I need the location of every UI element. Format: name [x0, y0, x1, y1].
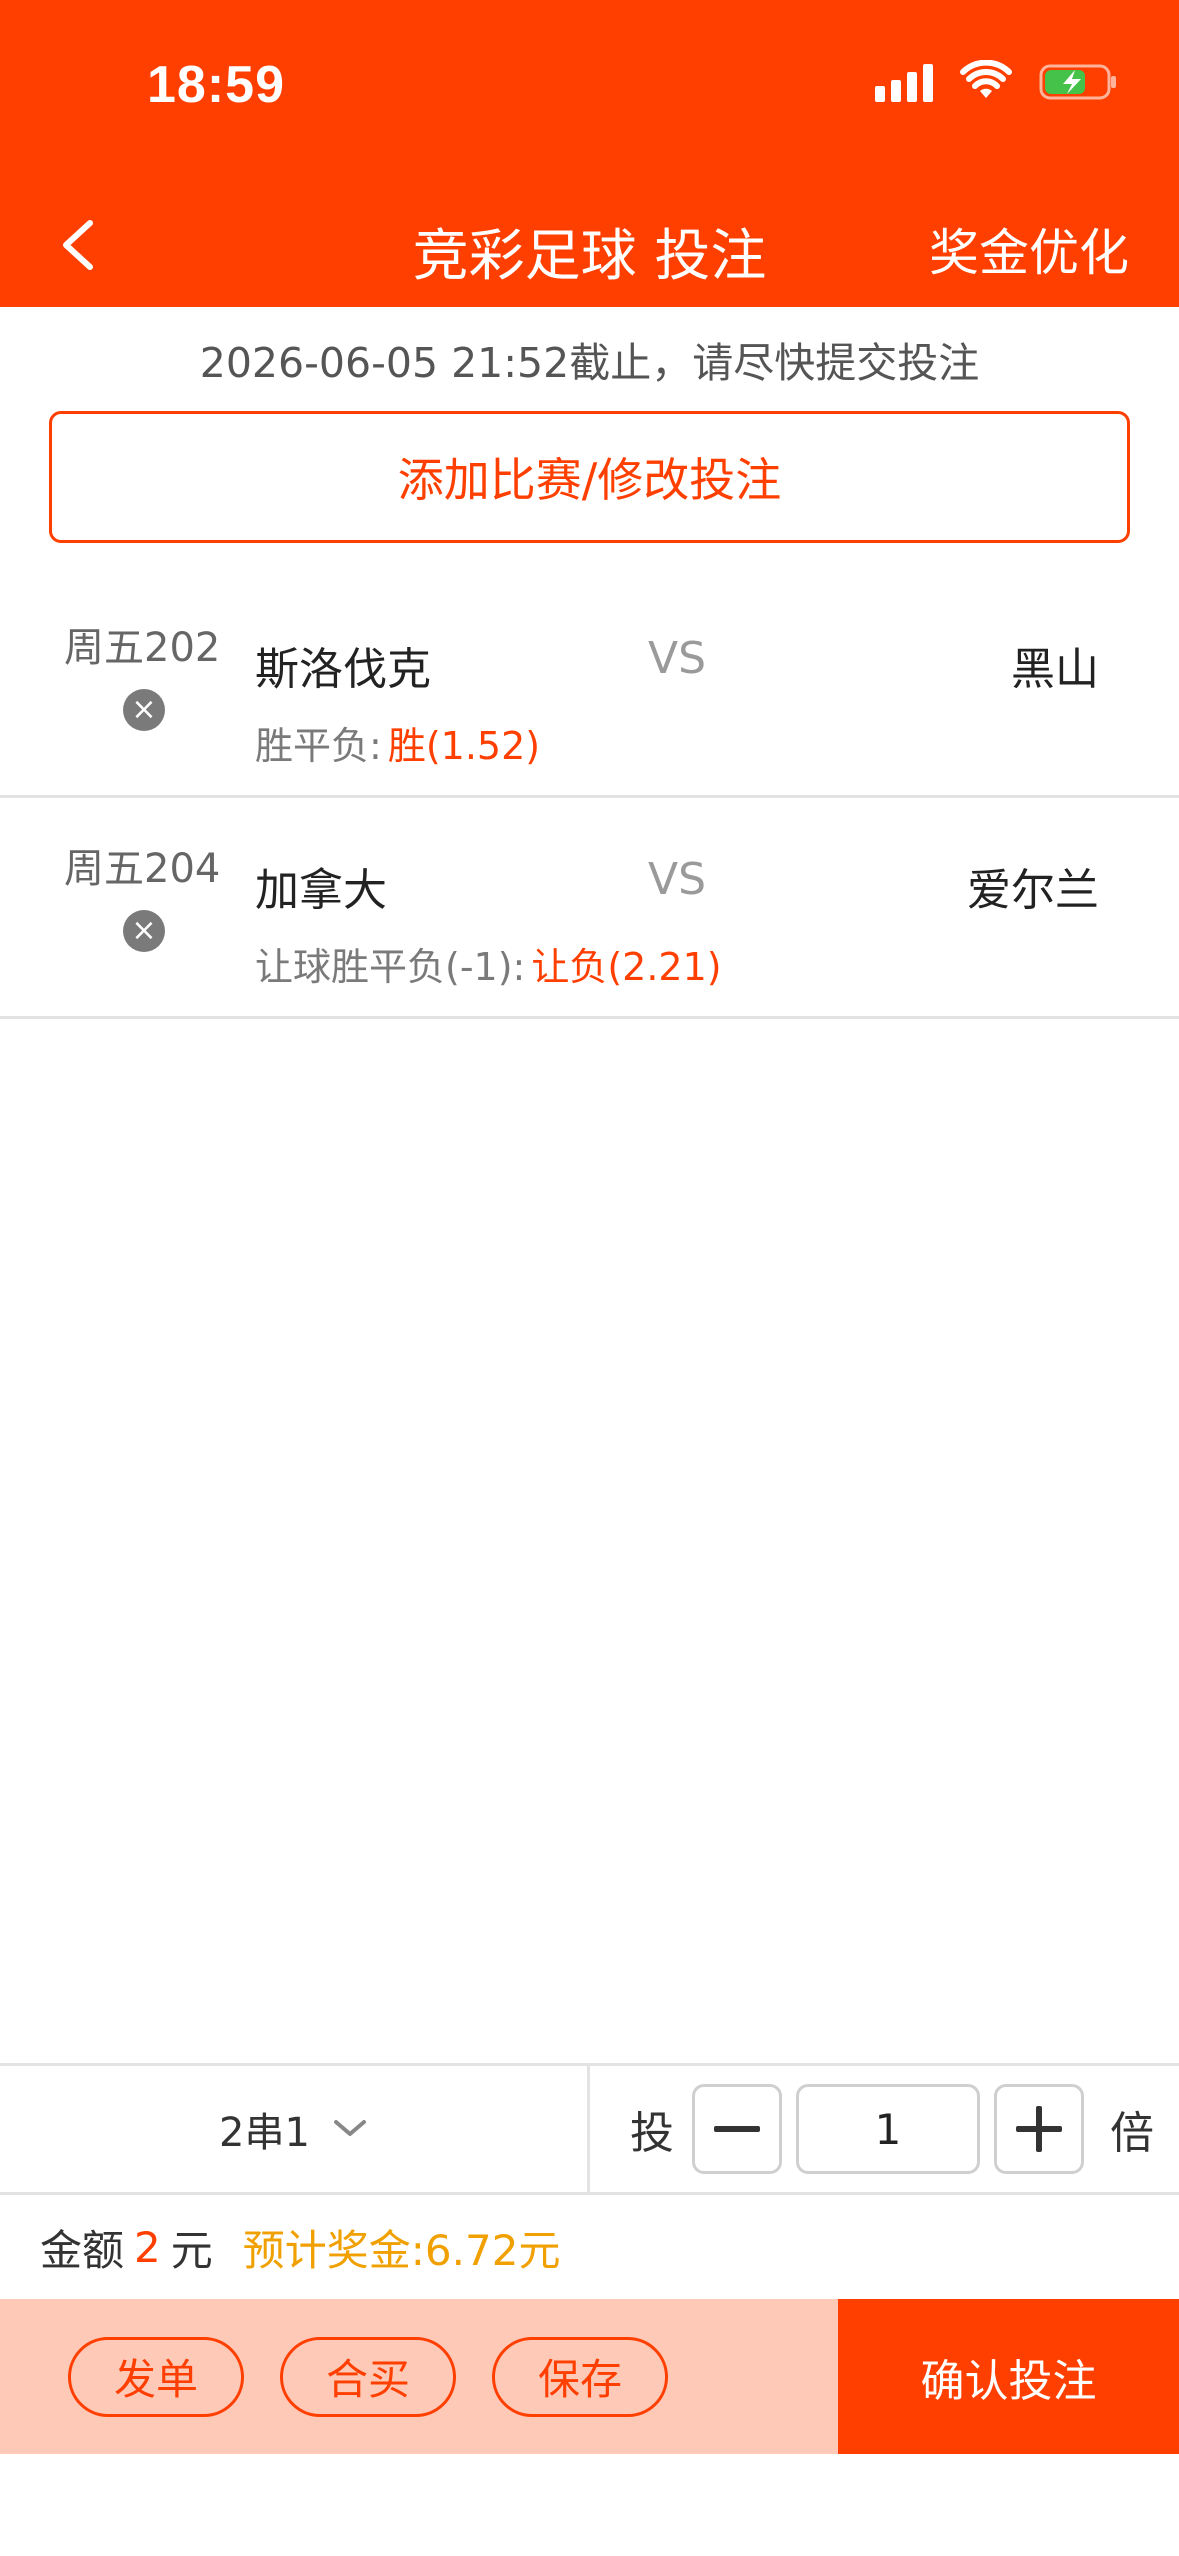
bet-controls: 2串1 投 1 倍 — [0, 2063, 1179, 2195]
confirm-bet-button[interactable]: 确认投注 — [838, 2299, 1179, 2454]
away-team: 爱尔兰 — [967, 865, 1099, 916]
nav-bar: 竞彩足球 投注 奖金优化 — [0, 195, 1179, 295]
wifi-icon — [960, 60, 1012, 98]
bottom-bar: 发单 合买 保存 确认投注 — [0, 2299, 1179, 2454]
combo-selector[interactable]: 2串1 — [0, 2066, 590, 2192]
match-number: 周五204 — [64, 846, 221, 892]
amount-summary: 金额 2 元 预计奖金: 6.72元 — [0, 2195, 1179, 2299]
group-buy-button[interactable]: 合买 — [280, 2336, 456, 2417]
amount-value: 2 — [134, 2222, 161, 2272]
vs-label: VS — [648, 854, 707, 905]
prize-value: 6.72元 — [424, 2225, 561, 2275]
bottom-actions: 发单 合买 保存 — [0, 2299, 838, 2454]
match-row: 周五204 × 加拿大 VS 爱尔兰 让球胜平负(-1): 让负(2.21) — [0, 798, 1179, 1019]
prize-label: 预计奖金: — [242, 2225, 425, 2275]
match-number: 周五202 — [64, 625, 221, 671]
tou-label: 投 — [630, 2108, 674, 2159]
remove-icon[interactable]: × — [123, 689, 165, 731]
away-team: 黑山 — [1011, 644, 1099, 695]
remove-icon[interactable]: × — [123, 910, 165, 952]
signal-icon — [875, 62, 933, 102]
battery-icon — [1039, 64, 1116, 100]
status-icons — [875, 60, 1119, 104]
amount-unit: 元 — [170, 2225, 213, 2275]
bet-selection: 让球胜平负(-1): 让负(2.21) — [255, 936, 722, 991]
vs-label: VS — [648, 633, 707, 684]
bet-selection: 胜平负: 胜(1.52) — [255, 715, 540, 770]
minus-icon — [714, 2126, 760, 2132]
plus-icon — [1016, 2106, 1062, 2152]
bet-type: 胜平负: — [255, 724, 382, 768]
decrease-button[interactable] — [692, 2084, 782, 2174]
combo-label: 2串1 — [219, 2110, 310, 2156]
match-row: 周五202 × 斯洛伐克 VS 黑山 胜平负: 胜(1.52) — [0, 577, 1179, 798]
chevron-down-icon — [333, 2120, 366, 2136]
amount-label: 金额 — [40, 2225, 125, 2275]
multiplier-controls: 投 1 倍 — [590, 2066, 1179, 2192]
home-team: 加拿大 — [255, 865, 387, 916]
bet-pick: 让负(2.21) — [531, 945, 722, 989]
deadline-notice: 2026-06-05 21:52截止，请尽快提交投注 — [199, 339, 980, 387]
prize-optimize-button[interactable]: 奖金优化 — [929, 213, 1129, 285]
save-button[interactable]: 保存 — [492, 2336, 668, 2417]
add-match-button[interactable]: 添加比赛/修改投注 — [49, 411, 1130, 543]
share-button[interactable]: 发单 — [68, 2336, 244, 2417]
app-header: 18:59 竞彩足球 投注 奖金优化 — [0, 0, 1179, 307]
bet-pick: 胜(1.52) — [387, 724, 541, 768]
multiplier-input[interactable]: 1 — [796, 2084, 980, 2174]
status-time: 18:59 — [147, 56, 285, 114]
bei-label: 倍 — [1110, 2108, 1154, 2159]
home-team: 斯洛伐克 — [255, 644, 431, 695]
increase-button[interactable] — [994, 2084, 1084, 2174]
bet-type: 让球胜平负(-1): — [255, 945, 526, 989]
